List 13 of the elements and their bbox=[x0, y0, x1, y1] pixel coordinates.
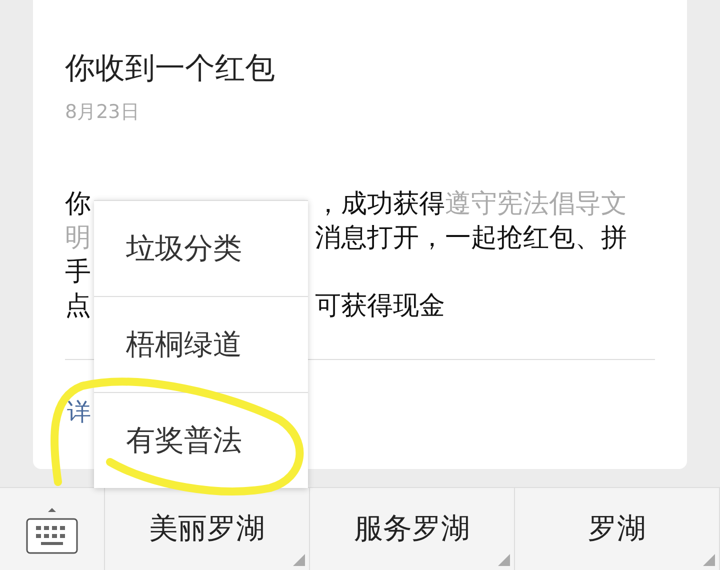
message-title: 你收到一个红包 bbox=[65, 50, 275, 88]
menu-item[interactable]: 梧桐绿道 bbox=[94, 296, 308, 392]
message-text: 消息打开，一起抢红包、拼 bbox=[315, 222, 627, 255]
message-text: ，成功获得遵守宪法倡导文 bbox=[315, 188, 627, 221]
message-text: 点 bbox=[65, 290, 91, 323]
message-date: 8月23日 bbox=[65, 100, 140, 125]
details-link[interactable]: 详 bbox=[67, 396, 91, 428]
message-text: 可获得现金 bbox=[315, 290, 445, 323]
message-text: 手 bbox=[65, 256, 91, 289]
message-text: 你 bbox=[65, 188, 91, 221]
message-text: 明 bbox=[65, 222, 91, 255]
menu-item[interactable]: 垃圾分类 bbox=[94, 200, 308, 296]
menu-item[interactable]: 有奖普法 bbox=[94, 392, 308, 488]
